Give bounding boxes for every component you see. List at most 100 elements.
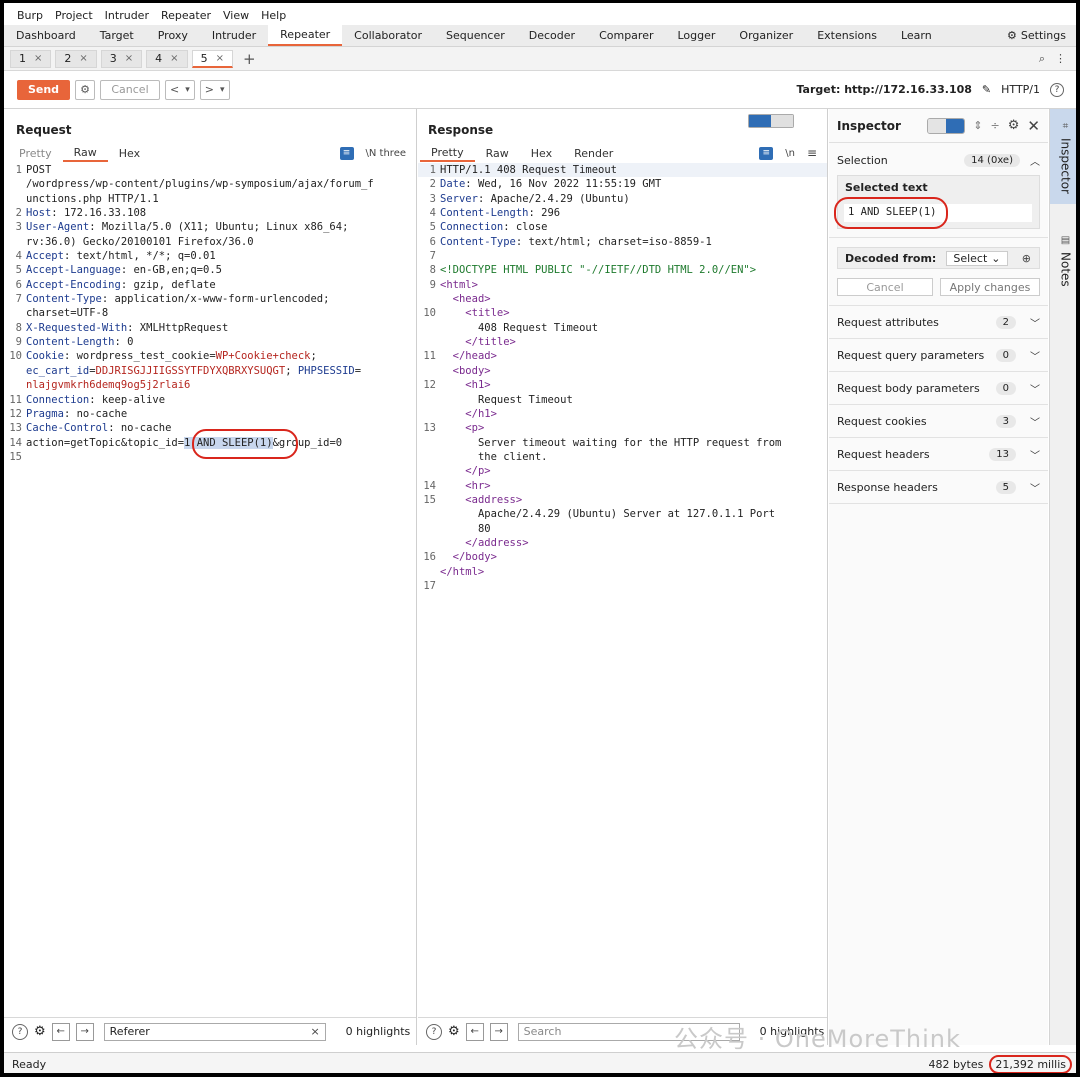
text: ; bbox=[285, 364, 298, 377]
newline-toggle[interactable]: \n bbox=[785, 148, 795, 159]
close-icon[interactable]: × bbox=[34, 53, 42, 64]
newline-toggle[interactable]: \N three bbox=[366, 148, 406, 159]
help-icon[interactable]: ? bbox=[12, 1023, 28, 1040]
response-tab-hex[interactable]: Hex bbox=[520, 144, 563, 162]
decoded-select[interactable]: Select ⌄ bbox=[946, 250, 1008, 266]
menu-help[interactable]: Help bbox=[255, 9, 292, 22]
line-content: </html> bbox=[440, 565, 827, 579]
section-request-headers[interactable]: Request headers 13 ﹀ bbox=[829, 438, 1048, 470]
arrow-left-icon[interactable]: ← bbox=[465, 1022, 484, 1041]
section-request-body-parameters[interactable]: Request body parameters 0 ﹀ bbox=[829, 372, 1048, 404]
cancel-button[interactable]: Cancel bbox=[100, 79, 160, 100]
layout-toggle[interactable] bbox=[748, 114, 794, 128]
close-icon[interactable]: × bbox=[79, 53, 87, 64]
collapse-icon[interactable]: ÷ bbox=[991, 119, 1000, 132]
menu-intruder[interactable]: Intruder bbox=[99, 9, 155, 22]
help-icon[interactable]: ? bbox=[1050, 82, 1064, 97]
response-line: 6 Content-Type: text/html; charset=iso-88… bbox=[418, 235, 827, 249]
line-content: 408 Request Timeout bbox=[440, 321, 827, 335]
repeater-tab-3[interactable]: 3 × bbox=[100, 49, 143, 68]
request-editor[interactable]: 1 POST/wordpress/wp-content/plugins/wp-sy… bbox=[4, 163, 416, 464]
close-icon[interactable]: × bbox=[125, 53, 133, 64]
inspector-layout-toggle[interactable] bbox=[927, 117, 966, 134]
tab-proxy[interactable]: Proxy bbox=[146, 25, 200, 46]
gear-icon[interactable]: ⚙ bbox=[34, 1024, 46, 1039]
tab-extensions[interactable]: Extensions bbox=[805, 25, 889, 46]
search-icon[interactable]: ⌕ bbox=[1039, 52, 1045, 66]
panel-view-icon[interactable] bbox=[946, 118, 965, 133]
arrow-left-icon[interactable]: ← bbox=[51, 1022, 70, 1041]
tab-repeater[interactable]: Repeater bbox=[268, 25, 343, 46]
gear-icon[interactable]: ⚙ bbox=[1008, 118, 1020, 133]
menu-burp[interactable]: Burp bbox=[11, 9, 49, 22]
header-value: : Wed, 16 Nov 2022 11:55:19 GMT bbox=[465, 178, 662, 191]
request-tab-hex[interactable]: Hex bbox=[108, 144, 151, 162]
arrow-right-icon[interactable]: → bbox=[75, 1022, 94, 1041]
tab-organizer[interactable]: Organizer bbox=[727, 25, 805, 46]
repeater-tab-1[interactable]: 1 × bbox=[10, 49, 52, 68]
close-icon[interactable]: × bbox=[170, 53, 178, 64]
send-button[interactable]: Send bbox=[17, 79, 70, 100]
apply-changes-button[interactable]: Apply changes bbox=[940, 278, 1040, 296]
stack-view-icon[interactable] bbox=[771, 115, 793, 127]
help-icon[interactable]: ? bbox=[426, 1023, 442, 1040]
split-view-icon[interactable] bbox=[749, 115, 771, 127]
settings-button[interactable]: ⚙ Settings bbox=[1007, 25, 1076, 46]
repeater-tab-5[interactable]: 5 × bbox=[191, 49, 233, 68]
edit-pencil-icon[interactable]: ✎ bbox=[982, 83, 991, 96]
tab-comparer[interactable]: Comparer bbox=[587, 25, 665, 46]
side-tab-notes[interactable]: ▤ Notes bbox=[1050, 235, 1076, 305]
chevron-up-icon[interactable]: ︿ bbox=[1030, 153, 1040, 168]
section-response-headers[interactable]: Response headers 5 ﹀ bbox=[829, 471, 1048, 503]
wrap-icon[interactable]: ≡ bbox=[759, 146, 774, 160]
menu-repeater[interactable]: Repeater bbox=[155, 9, 217, 22]
text: the client. bbox=[477, 450, 548, 463]
request-tab-raw[interactable]: Raw bbox=[62, 144, 108, 162]
repeater-tab-2[interactable]: 2 × bbox=[55, 49, 97, 68]
side-tab-inspector[interactable]: ⌗ Inspector bbox=[1050, 109, 1076, 204]
clear-icon[interactable]: × bbox=[310, 1025, 319, 1038]
response-line: 8 <!DOCTYPE HTML PUBLIC "-//IETF//DTD HTM… bbox=[418, 263, 827, 277]
close-icon[interactable]: × bbox=[216, 53, 224, 64]
inspector-cancel-button[interactable]: Cancel bbox=[837, 278, 933, 296]
response-tab-pretty[interactable]: Pretty bbox=[420, 144, 475, 162]
selection-row[interactable]: Selection 14 (0xe) ︿ bbox=[829, 151, 1048, 169]
response-tab-render[interactable]: Render bbox=[563, 144, 624, 162]
tab-intruder[interactable]: Intruder bbox=[200, 25, 268, 46]
tab-sequencer[interactable]: Sequencer bbox=[434, 25, 517, 46]
more-icon[interactable]: ⋮ bbox=[1055, 52, 1066, 66]
menu-icon[interactable]: ≡ bbox=[807, 146, 817, 160]
chevron-down-icon: ﹀ bbox=[1030, 318, 1040, 330]
close-icon[interactable]: ✕ bbox=[1027, 117, 1040, 135]
header-value: : 296 bbox=[528, 207, 561, 220]
gear-icon[interactable]: ⚙ bbox=[448, 1024, 460, 1039]
add-icon[interactable]: ⊕ bbox=[1022, 252, 1031, 265]
expand-icon[interactable]: ⇕ bbox=[973, 119, 982, 132]
tab-collaborator[interactable]: Collaborator bbox=[342, 25, 434, 46]
arrow-right-icon[interactable]: → bbox=[489, 1022, 508, 1041]
repeater-tab-4[interactable]: 4 × bbox=[146, 49, 188, 68]
response-editor[interactable]: 1 HTTP/1.1 408 Request Timeout 2 Date: Wed,… bbox=[418, 163, 827, 593]
menu-view[interactable]: View bbox=[217, 9, 255, 22]
request-tab-pretty[interactable]: Pretty bbox=[8, 144, 63, 162]
forward-button[interactable]: > ▾ bbox=[199, 79, 230, 100]
list-view-icon[interactable] bbox=[928, 118, 947, 133]
request-search-input[interactable]: Referer × bbox=[103, 1022, 326, 1041]
response-tab-raw[interactable]: Raw bbox=[475, 144, 520, 162]
tab-decoder[interactable]: Decoder bbox=[517, 25, 587, 46]
section-request-cookies[interactable]: Request cookies 3 ﹀ bbox=[829, 405, 1048, 437]
section-request-attributes[interactable]: Request attributes 2 ﹀ bbox=[829, 306, 1048, 338]
tab-logger[interactable]: Logger bbox=[665, 25, 727, 46]
send-options-button[interactable]: ⚙ bbox=[75, 79, 95, 100]
response-line: 1 HTTP/1.1 408 Request Timeout bbox=[418, 163, 827, 178]
back-button[interactable]: < ▾ bbox=[165, 79, 195, 100]
http-version[interactable]: HTTP/1 bbox=[1001, 83, 1040, 96]
tab-target[interactable]: Target bbox=[88, 25, 146, 46]
menu-project[interactable]: Project bbox=[49, 9, 99, 22]
section-request-query-parameters[interactable]: Request query parameters 0 ﹀ bbox=[829, 339, 1048, 371]
add-tab-button[interactable]: + bbox=[237, 50, 262, 68]
wrap-icon[interactable]: ≡ bbox=[339, 146, 354, 160]
tab-dashboard[interactable]: Dashboard bbox=[4, 25, 88, 46]
tab-learn[interactable]: Learn bbox=[889, 25, 944, 46]
